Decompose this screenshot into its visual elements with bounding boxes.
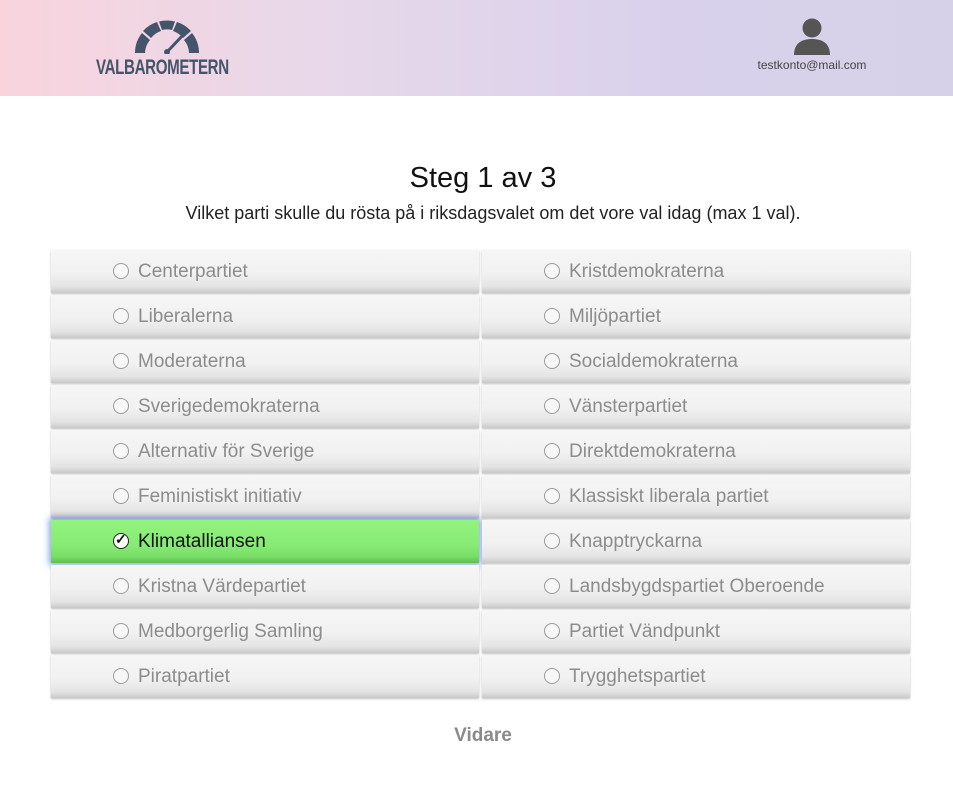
option-label: Kristdemokraterna bbox=[569, 261, 725, 282]
party-column-right: Kristdemokraterna Miljöpartiet Socialdem… bbox=[482, 250, 910, 700]
option-miljopartiet[interactable]: Miljöpartiet bbox=[482, 295, 910, 338]
option-label: Klimatalliansen bbox=[138, 531, 266, 552]
header: VALBAROMETERN testkonto@mail.com bbox=[0, 0, 953, 96]
radio-icon[interactable] bbox=[544, 353, 560, 369]
radio-icon[interactable] bbox=[544, 533, 560, 549]
radio-icon[interactable] bbox=[113, 623, 129, 639]
option-label: Liberalerna bbox=[138, 306, 234, 327]
option-label: Alternativ för Sverige bbox=[138, 441, 315, 462]
option-sverigedemokraterna[interactable]: Sverigedemokraterna bbox=[51, 385, 479, 428]
option-klassiskt-liberala-partiet[interactable]: Klassiskt liberala partiet bbox=[482, 475, 910, 518]
user-avatar-icon bbox=[794, 18, 830, 55]
option-label: Miljöpartiet bbox=[569, 306, 661, 327]
option-label: Direktdemokraterna bbox=[569, 441, 736, 462]
option-label: Landsbygdspartiet Oberoende bbox=[569, 576, 825, 597]
option-label: Centerpartiet bbox=[138, 261, 248, 282]
radio-icon[interactable] bbox=[113, 308, 129, 324]
option-moderaterna[interactable]: Moderaterna bbox=[51, 340, 479, 383]
option-kristdemokraterna[interactable]: Kristdemokraterna bbox=[482, 250, 910, 293]
logo-text: VALBAROMETERN bbox=[96, 56, 229, 79]
option-label: Sverigedemokraterna bbox=[138, 396, 320, 417]
option-label: Klassiskt liberala partiet bbox=[569, 486, 769, 507]
option-trygghetspartiet[interactable]: Trygghetspartiet bbox=[482, 655, 910, 698]
radio-icon[interactable] bbox=[113, 263, 129, 279]
radio-icon[interactable] bbox=[544, 398, 560, 414]
option-partiet-vandpunkt[interactable]: Partiet Vändpunkt bbox=[482, 610, 910, 653]
option-piratpartiet[interactable]: Piratpartiet bbox=[51, 655, 479, 698]
party-column-left: Centerpartiet Liberalerna Moderaterna Sv… bbox=[51, 250, 479, 700]
radio-icon[interactable] bbox=[544, 623, 560, 639]
option-label: Partiet Vändpunkt bbox=[569, 621, 721, 642]
radio-icon[interactable] bbox=[113, 668, 129, 684]
option-knapptryckarna[interactable]: Knapptryckarna bbox=[482, 520, 910, 563]
radio-icon[interactable] bbox=[544, 308, 560, 324]
user-email: testkonto@mail.com bbox=[757, 58, 867, 72]
option-klimatalliansen[interactable]: Klimatalliansen bbox=[51, 520, 479, 563]
option-label: Trygghetspartiet bbox=[569, 666, 706, 687]
option-feministiskt-initiativ[interactable]: Feministiskt initiativ bbox=[51, 475, 479, 518]
option-label: Kristna Värdepartiet bbox=[138, 576, 306, 597]
radio-icon[interactable] bbox=[113, 488, 129, 504]
option-alternativ-for-sverige[interactable]: Alternativ för Sverige bbox=[51, 430, 479, 473]
radio-icon[interactable] bbox=[544, 263, 560, 279]
radio-icon[interactable] bbox=[544, 578, 560, 594]
option-label: Piratpartiet bbox=[138, 666, 230, 687]
option-label: Medborgerlig Samling bbox=[138, 621, 323, 642]
option-medborgerlig-samling[interactable]: Medborgerlig Samling bbox=[51, 610, 479, 653]
radio-icon[interactable] bbox=[113, 398, 129, 414]
radio-icon[interactable] bbox=[113, 578, 129, 594]
option-label: Vänsterpartiet bbox=[569, 396, 688, 417]
step-title: Steg 1 av 3 bbox=[409, 162, 557, 194]
radio-icon[interactable] bbox=[113, 443, 129, 459]
option-vansterpartiet[interactable]: Vänsterpartiet bbox=[482, 385, 910, 428]
option-label: Knapptryckarna bbox=[569, 531, 703, 552]
option-label: Socialdemokraterna bbox=[569, 351, 738, 372]
next-button[interactable]: Vidare bbox=[420, 725, 546, 747]
option-direktdemokraterna[interactable]: Direktdemokraterna bbox=[482, 430, 910, 473]
option-label: Feministiskt initiativ bbox=[138, 486, 302, 507]
option-label: Moderaterna bbox=[138, 351, 246, 372]
speedometer-gauge-icon bbox=[134, 20, 199, 54]
step-question: Vilket parti skulle du rösta på i riksda… bbox=[185, 203, 801, 223]
radio-icon[interactable] bbox=[113, 353, 129, 369]
option-landsbygdspartiet-oberoende[interactable]: Landsbygdspartiet Oberoende bbox=[482, 565, 910, 608]
option-socialdemokraterna[interactable]: Socialdemokraterna bbox=[482, 340, 910, 383]
option-centerpartiet[interactable]: Centerpartiet bbox=[51, 250, 479, 293]
option-liberalerna[interactable]: Liberalerna bbox=[51, 295, 479, 338]
option-kristna-vardepartiet[interactable]: Kristna Värdepartiet bbox=[51, 565, 479, 608]
checkmark-icon[interactable] bbox=[113, 531, 129, 549]
radio-icon[interactable] bbox=[544, 443, 560, 459]
radio-icon[interactable] bbox=[544, 668, 560, 684]
radio-icon[interactable] bbox=[544, 488, 560, 504]
user-account[interactable]: testkonto@mail.com bbox=[740, 18, 884, 78]
logo[interactable]: VALBAROMETERN bbox=[96, 18, 246, 82]
